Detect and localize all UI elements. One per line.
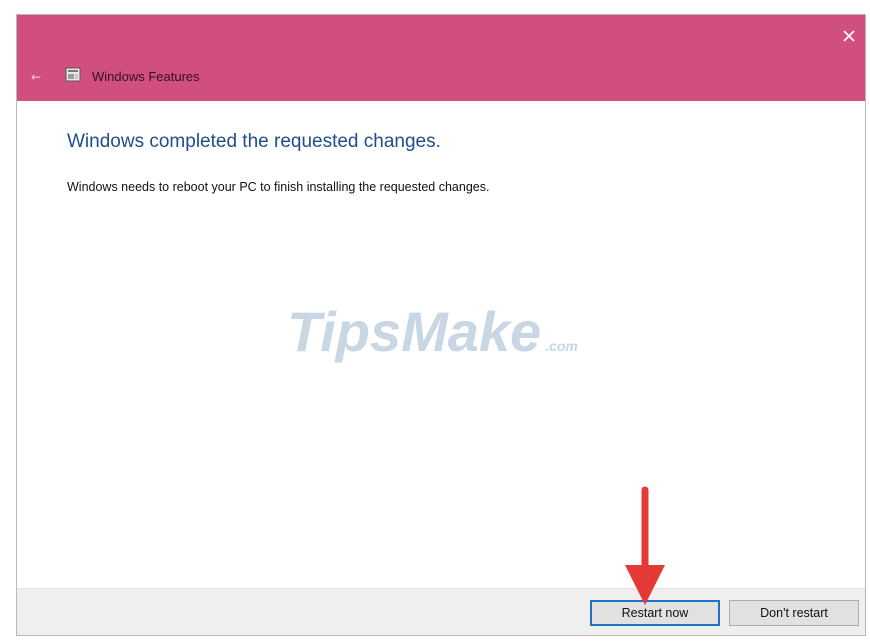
watermark-logo: TipsMake .com [287,300,578,363]
back-arrow-icon[interactable]: ← [31,70,45,84]
titlebar: ← Windows Features [17,15,865,101]
red-arrow-annotation [625,486,665,605]
watermark-brand-text: TipsMake [287,300,541,363]
windows-features-icon [65,67,81,82]
dont-restart-button[interactable]: Don't restart [729,600,859,626]
dialog-message: Windows needs to reboot your PC to finis… [67,180,490,194]
screen: ← Windows Features Windows completed the… [0,0,870,642]
window-title: Windows Features [92,69,200,84]
watermark-suffix-text: .com [545,338,578,354]
close-icon[interactable] [840,27,858,45]
dialog-footer: Restart now Don't restart [17,588,865,635]
windows-features-dialog: ← Windows Features Windows completed the… [16,14,866,636]
dialog-heading: Windows completed the requested changes. [67,131,441,152]
svg-text:TipsMake.com: TipsMake .com [287,300,578,363]
